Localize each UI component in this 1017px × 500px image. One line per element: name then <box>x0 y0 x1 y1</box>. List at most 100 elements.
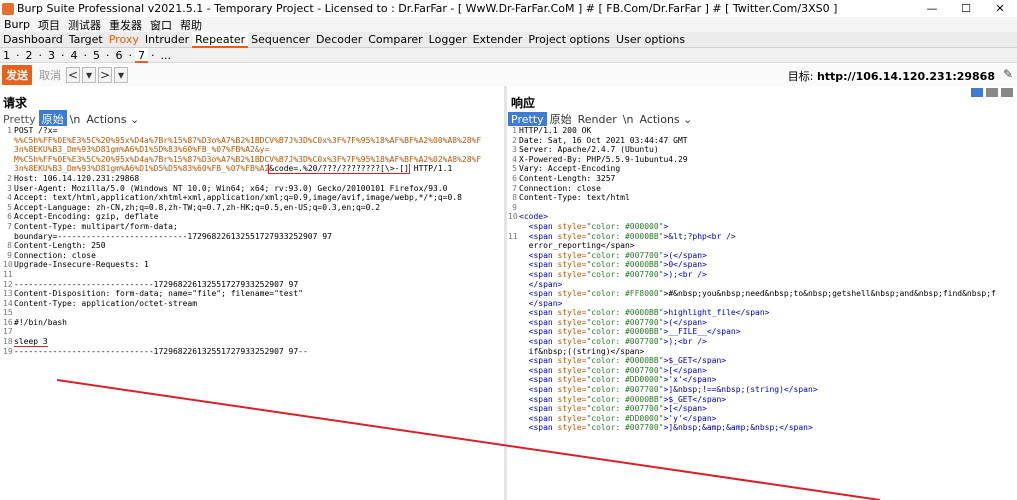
menu-window[interactable]: 窗口 <box>146 17 176 33</box>
response-line[interactable]: <span style="color: #007700">[</span> <box>508 404 1017 414</box>
request-line[interactable]: %%C5h%FF%0E%E3%5C%20%95x%D4a%7Br%15%87%D… <box>3 136 503 146</box>
response-line[interactable]: <span style="color: #000000"> <box>508 222 1017 232</box>
request-line[interactable]: boundary=---------------------------1729… <box>3 232 503 242</box>
response-line[interactable]: error_reporting</span> <box>508 241 1017 251</box>
tab-decoder[interactable]: Decoder <box>313 32 365 48</box>
response-line[interactable]: <span style="color: #007700">]&nbsp;!==&… <box>508 385 1017 395</box>
minimize-button[interactable]: — <box>915 2 949 15</box>
request-line[interactable]: 19 -----------------------------172968226… <box>3 347 503 357</box>
split-horizontal-icon[interactable] <box>971 88 983 97</box>
response-line[interactable]: 10 <code> <box>508 212 1017 222</box>
response-line[interactable]: if&nbsp;((string)</span> <box>508 347 1017 357</box>
menu-repeater[interactable]: 重发器 <box>105 17 146 33</box>
response-line[interactable]: <span style="color: #0000BB">__FILE__</s… <box>508 327 1017 337</box>
menu-burp[interactable]: Burp <box>0 18 34 31</box>
subtab-new[interactable]: ... <box>158 48 175 63</box>
response-line[interactable]: <span style="color: #DD0000">'y'</span> <box>508 414 1017 424</box>
request-line[interactable]: 3n%8EKU%B3_Dm%93%D81gm%A6%D1%5D%83%60%FB… <box>3 145 503 155</box>
subtab-5[interactable]: 5 <box>90 48 103 63</box>
response-editor[interactable]: 1 HTTP/1.1 200 OK 2 Date: Sat, 16 Oct 2021 … <box>508 126 1017 500</box>
response-tab-render[interactable]: Render <box>575 112 620 127</box>
subtab-4[interactable]: 4 <box>68 48 81 63</box>
next-button[interactable]: > <box>98 67 112 83</box>
response-line[interactable]: 8 Content-Type: text/html <box>508 193 1017 203</box>
request-line[interactable]: 10 Upgrade-Insecure-Requests: 1 <box>3 260 503 270</box>
menu-intruder[interactable]: 测试器 <box>64 17 105 33</box>
subtab-1[interactable]: 1 <box>0 48 13 63</box>
close-button[interactable]: ✕ <box>983 2 1017 15</box>
tab-target[interactable]: Target <box>66 32 106 48</box>
response-line[interactable]: <span style="color: #0000BB">$_GET</span… <box>508 356 1017 366</box>
request-line[interactable]: 7 Content-Type: multipart/form-data; <box>3 222 503 232</box>
response-line[interactable]: 5 Vary: Accept-Encoding <box>508 164 1017 174</box>
request-line[interactable]: 15 <box>3 308 503 318</box>
response-tab-newline[interactable]: \n <box>620 112 637 127</box>
edit-target-icon[interactable]: ✎ <box>1003 67 1013 81</box>
subtab-6[interactable]: 6 <box>113 48 126 63</box>
request-line[interactable]: 14 Content-Type: application/octet-stream <box>3 299 503 309</box>
response-actions-menu[interactable]: Actions ⌄ <box>636 112 695 127</box>
response-line[interactable]: 6 Content-Length: 3257 <box>508 174 1017 184</box>
request-line[interactable]: 3n%8EKU%B3_Dm%93%D81gm%A6%D1%D5%D5%83%60… <box>3 164 503 174</box>
menu-project[interactable]: 项目 <box>34 17 64 33</box>
response-line[interactable]: 7 Connection: close <box>508 184 1017 194</box>
next-dropdown-icon[interactable]: ▾ <box>114 67 128 83</box>
response-line[interactable]: <span style="color: #007700">[</span> <box>508 366 1017 376</box>
request-line[interactable]: 2 Host: 106.14.120.231:29868 <box>3 174 503 184</box>
tab-dashboard[interactable]: Dashboard <box>0 32 66 48</box>
previous-dropdown-icon[interactable]: ▾ <box>82 67 96 83</box>
request-tab-pretty[interactable]: Pretty <box>0 112 39 127</box>
response-line[interactable]: </span> <box>508 299 1017 309</box>
request-line[interactable]: 9 Connection: close <box>3 251 503 261</box>
response-line[interactable]: <span style="color: #007700">(</span> <box>508 251 1017 261</box>
response-line[interactable]: <span style="color: #0000BB">highlight_f… <box>508 308 1017 318</box>
maximize-button[interactable]: ☐ <box>949 2 983 15</box>
tab-logger[interactable]: Logger <box>426 32 470 48</box>
response-line[interactable]: 3 Server: Apache/2.4.7 (Ubuntu) <box>508 145 1017 155</box>
cancel-button[interactable]: 取消 <box>36 65 64 85</box>
request-line[interactable]: 12 -----------------------------172968226… <box>3 280 503 290</box>
tab-repeater[interactable]: Repeater <box>192 31 249 48</box>
response-line[interactable]: 11 <span style="color: #0000BB">&lt;?php… <box>508 232 1017 242</box>
request-line[interactable]: 6 Accept-Encoding: gzip, deflate <box>3 212 503 222</box>
target-display[interactable]: 目标: http://106.14.120.231:29868 <box>788 68 995 84</box>
tab-extender[interactable]: Extender <box>470 32 526 48</box>
response-line[interactable]: 1 HTTP/1.1 200 OK <box>508 126 1017 136</box>
response-line[interactable]: <span style="color: #FF8000">#&nbsp;you&… <box>508 289 1017 299</box>
request-actions-menu[interactable]: Actions ⌄ <box>83 112 142 127</box>
request-line[interactable]: 16 #!/bin/bash <box>3 318 503 328</box>
menu-help[interactable]: 帮助 <box>176 17 206 33</box>
request-line[interactable]: 3 User-Agent: Mozilla/5.0 (Windows NT 10.… <box>3 184 503 194</box>
response-line[interactable]: <span style="color: #0000BB">0</span> <box>508 260 1017 270</box>
request-editor[interactable]: 1 POST /?x= %%C5h%FF%0E%E3%5C%20%95x%D4a%7… <box>3 126 503 500</box>
request-tab-newline[interactable]: \n <box>67 112 84 127</box>
tab-intruder[interactable]: Intruder <box>142 32 192 48</box>
request-line[interactable]: 13 Content-Disposition: form-data; name="… <box>3 289 503 299</box>
request-line[interactable]: 17 <box>3 327 503 337</box>
response-line[interactable]: 9 <box>508 203 1017 213</box>
subtab-3[interactable]: 3 <box>45 48 58 63</box>
response-line[interactable]: <span style="color: #007700">);<br /> <box>508 270 1017 280</box>
response-line[interactable]: <span style="color: #0000BB">$_GET</span… <box>508 395 1017 405</box>
subtab-2[interactable]: 2 <box>23 48 36 63</box>
response-line[interactable]: </span> <box>508 280 1017 290</box>
request-line[interactable]: 8 Content-Length: 250 <box>3 241 503 251</box>
tab-project-options[interactable]: Project options <box>525 32 613 48</box>
request-line[interactable]: 5 Accept-Language: zh-CN,zh;q=0.8,zh-TW;q… <box>3 203 503 213</box>
subtab-7[interactable]: 7 <box>135 47 148 63</box>
response-line[interactable]: <span style="color: #007700">(</span> <box>508 318 1017 328</box>
response-line[interactable]: 2 Date: Sat, 16 Oct 2021 03:44:47 GMT <box>508 136 1017 146</box>
tab-comparer[interactable]: Comparer <box>365 32 425 48</box>
request-line[interactable]: M%C5h%FF%0E%E3%5C%20%95x%D4a%7Br%15%87%D… <box>3 155 503 165</box>
tabs-layout-icon[interactable] <box>1001 88 1013 97</box>
tab-user-options[interactable]: User options <box>613 32 688 48</box>
split-vertical-icon[interactable] <box>986 88 998 97</box>
panel-divider[interactable] <box>504 86 507 500</box>
response-line[interactable]: 4 X-Powered-By: PHP/5.5.9-1ubuntu4.29 <box>508 155 1017 165</box>
response-line[interactable]: <span style="color: #007700">]&nbsp;&amp… <box>508 423 1017 433</box>
request-line[interactable]: 1 POST /?x= <box>3 126 503 136</box>
response-tab-pretty[interactable]: Pretty <box>508 111 547 127</box>
send-button[interactable]: 发送 <box>2 65 32 85</box>
response-line[interactable]: <span style="color: #DD0000">'x'</span> <box>508 375 1017 385</box>
request-line[interactable]: 18 sleep 3 <box>3 337 503 347</box>
